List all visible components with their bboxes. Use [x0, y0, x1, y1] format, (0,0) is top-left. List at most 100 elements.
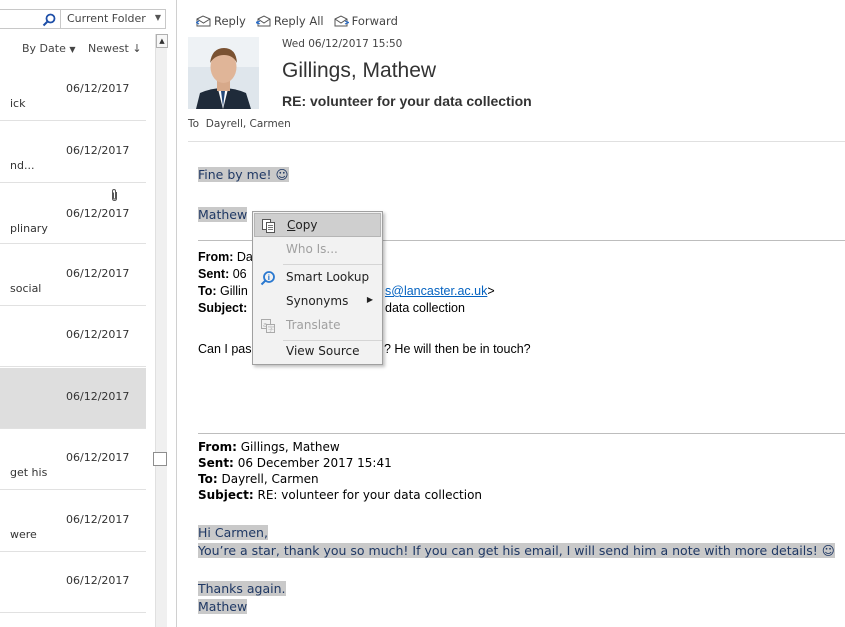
menu-item-who-is[interactable]: Who Is... — [254, 238, 381, 262]
message-row[interactable]: 06/12/2017 were — [0, 491, 146, 552]
quoted-sent: Sent: 06 — [198, 267, 247, 281]
reply-all-label: Reply All — [273, 14, 324, 28]
subject-label: Subject: — [198, 488, 254, 502]
message-date: 06/12/2017 — [66, 207, 130, 220]
chevron-down-icon: ▼ — [69, 45, 76, 54]
message-row[interactable]: 06/12/2017 ick — [0, 60, 146, 121]
selected-text: You’re a star, thank you so much! If you… — [198, 543, 835, 558]
message-row[interactable]: 06/12/2017 plinary — [0, 183, 146, 244]
menu-label: Who Is... — [286, 242, 338, 256]
quoted-body-start: Can I pas — [198, 342, 252, 356]
sort-by-button[interactable]: By Date ▼ — [22, 42, 76, 55]
message-row[interactable]: 06/12/2017 social — [0, 245, 146, 306]
quoted-subject: Subject: — [198, 301, 247, 315]
sort-bar: By Date ▼ Newest ↓ — [0, 40, 146, 58]
search-icon[interactable] — [41, 12, 57, 28]
quoted-subject-value: data collection — [385, 301, 465, 315]
reply-all-icon — [255, 15, 271, 27]
smart-lookup-icon: i — [260, 271, 275, 286]
menu-label: View Source — [286, 344, 360, 358]
quoted2-sent: Sent: 06 December 2017 15:41 — [198, 456, 392, 470]
to-label: To: — [198, 472, 218, 486]
from-label: From: — [198, 250, 234, 264]
quoted2-from: From: Gillings, Mathew — [198, 440, 340, 454]
message-snippet: ick — [10, 97, 26, 110]
message-row[interactable]: 06/12/2017 — [0, 367, 146, 429]
reply-toolbar: Reply Reply All Forward — [196, 12, 398, 30]
sender-name[interactable]: Gillings, Mathew — [282, 59, 436, 83]
menu-label: Smart Lookup — [286, 270, 370, 284]
svg-text:i: i — [268, 274, 270, 282]
message-row[interactable]: 06/12/2017 — [0, 306, 146, 367]
search-scope-label: Current Folder — [67, 12, 146, 25]
reply-icon — [196, 15, 211, 27]
selected-text-signature: Mathew — [198, 207, 248, 222]
menu-item-translate[interactable]: a 字 Translate — [254, 314, 381, 338]
reply-all-button[interactable]: Reply All — [255, 12, 324, 30]
sender-avatar[interactable] — [188, 37, 259, 109]
pane-divider[interactable] — [176, 0, 177, 627]
menu-label: Copy — [287, 218, 317, 232]
menu-item-synonyms[interactable]: Synonyms ▶ — [254, 290, 381, 314]
selected-text: Hi Carmen, — [198, 525, 268, 540]
menu-item-copy[interactable]: Copy — [254, 213, 381, 237]
quoted2-thanks[interactable]: Thanks again. — [198, 581, 286, 596]
selected-text: Fine by me! ☺ — [198, 167, 289, 182]
message-row[interactable]: 06/12/2017 nd... — [0, 122, 146, 183]
sent-label: Sent: — [198, 456, 234, 470]
quoted2-sign[interactable]: Mathew — [198, 599, 248, 614]
message-list-scrollbar[interactable]: ▲ — [155, 34, 168, 627]
chevron-down-icon: ▼ — [154, 13, 161, 22]
message-snippet: nd... — [10, 158, 35, 172]
context-menu: Copy Who Is... i Smart Lookup Synonyms ▶… — [252, 211, 383, 365]
quote-separator-2 — [198, 433, 845, 434]
email-close-bracket: > — [487, 284, 495, 298]
reply-label: Reply — [214, 14, 246, 28]
quoted-to: To: Gillin — [198, 284, 248, 298]
menu-label: Synonyms — [286, 294, 349, 308]
message-select-checkbox[interactable] — [153, 452, 167, 466]
scroll-up-arrow-icon[interactable]: ▲ — [156, 34, 168, 48]
message-date: 06/12/2017 — [66, 82, 130, 95]
to-value: Dayrell, Carmen — [221, 472, 319, 486]
sent-value: 06 — [232, 267, 247, 281]
search-bar[interactable]: Current Folder ▼ — [0, 9, 166, 29]
menu-separator — [283, 264, 382, 265]
message-date: 06/12/2017 — [66, 143, 130, 157]
quoted2-greeting[interactable]: Hi Carmen, — [198, 525, 268, 540]
paperclip-icon — [110, 188, 119, 205]
quoted-from: From: Da — [198, 250, 253, 264]
email-link[interactable]: s@lancaster.ac.uk — [385, 284, 487, 298]
message-list-pane: Current Folder ▼ By Date ▼ Newest ↓ 06/1… — [0, 0, 176, 627]
quoted2-subject: Subject: RE: volunteer for your data col… — [198, 488, 482, 502]
message-row[interactable]: 06/12/2017 get his — [0, 429, 146, 490]
message-snippet: social — [10, 281, 42, 295]
arrow-down-icon: ↓ — [132, 42, 142, 55]
selected-text: Thanks again. — [198, 581, 286, 596]
menu-item-view-source[interactable]: View Source — [254, 340, 381, 364]
sort-order-button[interactable]: Newest ↓ — [88, 42, 142, 55]
message-snippet: plinary — [10, 222, 48, 235]
menu-label-text: Copy — [287, 218, 318, 232]
sort-by-label: By Date — [22, 42, 66, 55]
sort-order-label: Newest — [88, 42, 129, 55]
header-separator — [188, 141, 845, 142]
body-line-2[interactable]: Mathew — [198, 207, 248, 222]
sent-label: Sent: — [198, 267, 230, 281]
from-label: From: — [198, 440, 237, 454]
message-date: 06/12/2017 — [66, 389, 130, 403]
quoted2-to: To: Dayrell, Carmen — [198, 472, 319, 486]
search-scope-dropdown[interactable]: Current Folder ▼ — [60, 10, 166, 28]
recipient-name[interactable]: Dayrell, Carmen — [206, 118, 291, 130]
message-snippet: were — [10, 527, 37, 541]
forward-icon — [334, 15, 349, 27]
svg-text:字: 字 — [268, 325, 274, 333]
reply-button[interactable]: Reply — [196, 12, 246, 30]
menu-item-smart-lookup[interactable]: i Smart Lookup — [254, 266, 381, 290]
forward-button[interactable]: Forward — [334, 12, 398, 30]
message-row[interactable]: 06/12/2017 — [0, 552, 146, 613]
body-line-1[interactable]: Fine by me! ☺ — [198, 167, 289, 182]
translate-icon: a 字 — [261, 319, 275, 333]
menu-label: Translate — [286, 318, 341, 332]
quoted2-line1[interactable]: You’re a star, thank you so much! If you… — [198, 543, 835, 558]
